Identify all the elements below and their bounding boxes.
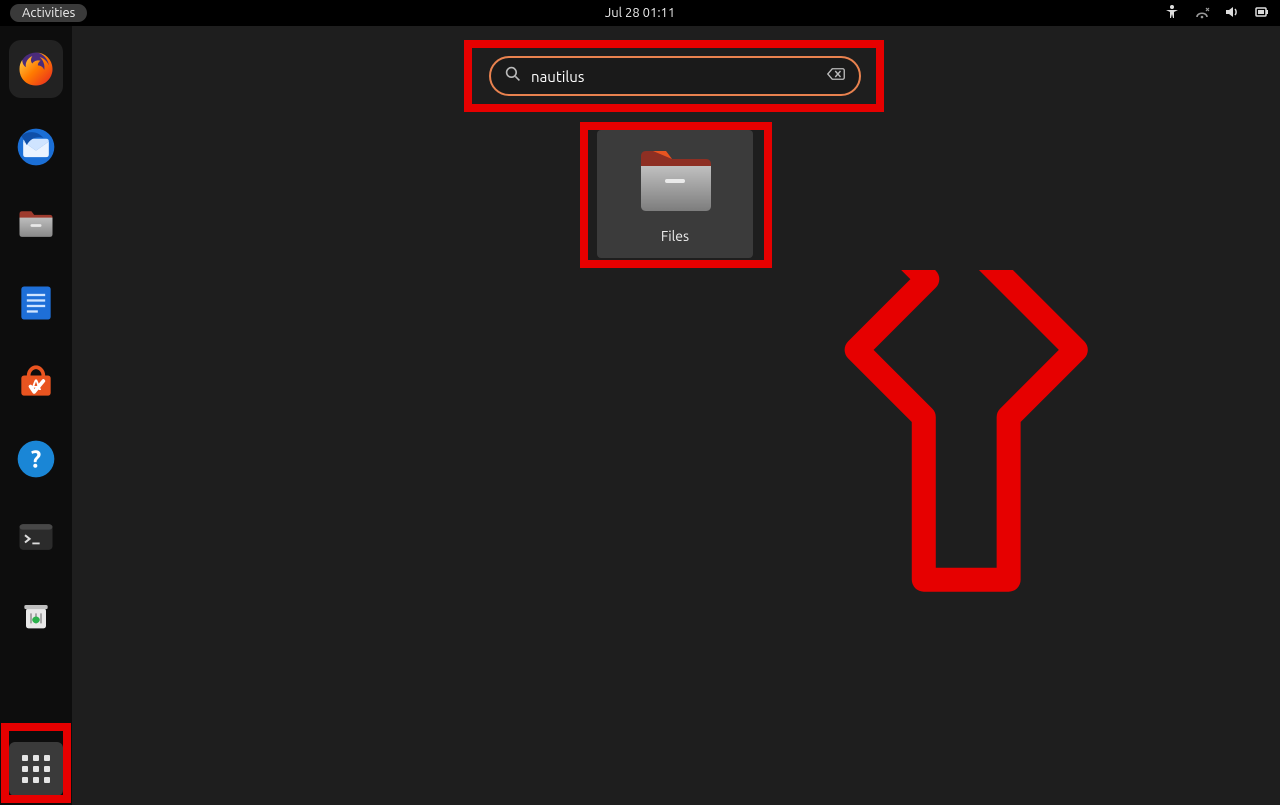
dock-item-terminal[interactable] [9, 508, 63, 566]
trash-icon [14, 593, 58, 637]
power-icon[interactable] [1254, 4, 1270, 23]
search-result-files[interactable]: Files [597, 130, 753, 258]
help-icon: ? [14, 437, 58, 481]
accessibility-icon[interactable] [1164, 4, 1180, 23]
dock-item-files[interactable] [9, 196, 63, 254]
search-result-label: Files [661, 228, 689, 244]
activities-button[interactable]: Activities [10, 4, 87, 22]
files-app-icon [633, 142, 717, 220]
libreoffice-writer-icon [14, 281, 58, 325]
thunderbird-icon [14, 125, 58, 169]
dock: A ? [0, 26, 72, 805]
search-input[interactable] [531, 68, 817, 85]
dock-item-help[interactable]: ? [9, 430, 63, 488]
dock-item-firefox[interactable] [9, 40, 63, 98]
show-applications-button[interactable] [9, 742, 63, 796]
dock-item-trash[interactable] [9, 586, 63, 644]
svg-text:A: A [31, 376, 42, 393]
dock-item-thunderbird[interactable] [9, 118, 63, 176]
clock[interactable]: Jul 28 01:11 [605, 6, 675, 20]
volume-icon[interactable] [1224, 4, 1240, 23]
annotation-arrow [775, 270, 1120, 680]
svg-text:?: ? [31, 445, 41, 472]
grid-icon [22, 755, 50, 783]
search-bar[interactable] [489, 56, 861, 96]
network-icon[interactable] [1194, 4, 1210, 23]
ubuntu-software-icon: A [14, 359, 58, 403]
files-icon [14, 203, 58, 247]
backspace-clear-icon[interactable] [827, 67, 845, 85]
dock-item-writer[interactable] [9, 274, 63, 332]
top-bar: Activities Jul 28 01:11 [0, 0, 1280, 26]
terminal-icon [14, 515, 58, 559]
firefox-icon [14, 47, 58, 91]
search-icon [505, 66, 521, 86]
dock-item-software[interactable]: A [9, 352, 63, 410]
